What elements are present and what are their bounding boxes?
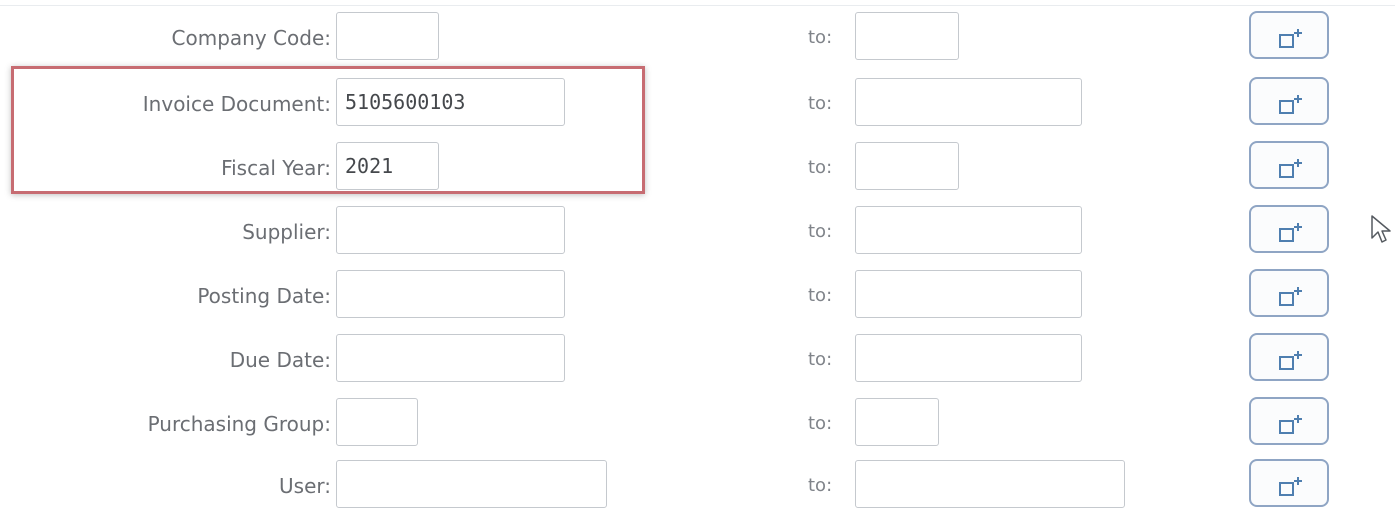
invoice-document-multiple-selection-button[interactable]	[1249, 77, 1329, 125]
multiple-selection-icon	[1279, 95, 1302, 114]
row-company-code: Company Code: to:	[0, 11, 1395, 62]
row-purchasing-group: Purchasing Group: to:	[0, 397, 1395, 448]
supplier-label: Supplier:	[242, 220, 331, 244]
user-multiple-selection-button[interactable]	[1249, 459, 1329, 507]
supplier-to-input[interactable]	[855, 206, 1082, 254]
company-code-to-input[interactable]	[855, 12, 959, 60]
supplier-multiple-selection-button[interactable]	[1249, 205, 1329, 253]
top-divider	[0, 5, 1395, 6]
due-date-label: Due Date:	[229, 348, 331, 372]
multiple-selection-icon	[1279, 223, 1302, 242]
invoice-document-from-input[interactable]: 5105600103	[336, 78, 565, 126]
multiple-selection-icon	[1279, 159, 1302, 178]
purchasing-group-multiple-selection-button[interactable]	[1249, 397, 1329, 445]
row-fiscal-year: Fiscal Year: 2021 to:	[0, 141, 1395, 192]
due-date-from-input[interactable]	[336, 334, 565, 382]
fiscal-year-label: Fiscal Year:	[221, 156, 331, 180]
user-to-label: to:	[808, 475, 833, 496]
multiple-selection-icon	[1279, 287, 1302, 306]
row-due-date: Due Date: to:	[0, 333, 1395, 384]
multiple-selection-icon	[1279, 351, 1302, 370]
fiscal-year-multiple-selection-button[interactable]	[1249, 141, 1329, 189]
posting-date-from-input[interactable]	[336, 270, 565, 318]
company-code-label: Company Code:	[171, 26, 331, 50]
mouse-pointer-icon	[1371, 215, 1391, 243]
purchasing-group-from-input[interactable]	[336, 398, 418, 446]
row-supplier: Supplier: to:	[0, 205, 1395, 256]
row-invoice-document: Invoice Document: 5105600103 to:	[0, 77, 1395, 128]
user-from-input[interactable]	[336, 460, 607, 508]
purchasing-group-to-input[interactable]	[855, 398, 939, 446]
company-code-from-input[interactable]	[336, 12, 439, 60]
multiple-selection-icon	[1279, 29, 1302, 48]
due-date-to-input[interactable]	[855, 334, 1082, 382]
posting-date-multiple-selection-button[interactable]	[1249, 269, 1329, 317]
user-label: User:	[279, 474, 331, 498]
row-posting-date: Posting Date: to:	[0, 269, 1395, 320]
invoice-document-label: Invoice Document:	[142, 92, 331, 116]
multiple-selection-icon	[1279, 415, 1302, 434]
user-to-input[interactable]	[855, 460, 1125, 508]
purchasing-group-label: Purchasing Group:	[147, 412, 331, 436]
posting-date-to-input[interactable]	[855, 270, 1082, 318]
due-date-to-label: to:	[808, 349, 833, 370]
invoice-document-to-input[interactable]	[855, 78, 1082, 126]
invoice-document-to-label: to:	[808, 93, 833, 114]
row-user: User: to:	[0, 459, 1395, 510]
fiscal-year-from-input[interactable]: 2021	[336, 142, 439, 190]
multiple-selection-icon	[1279, 477, 1302, 496]
due-date-multiple-selection-button[interactable]	[1249, 333, 1329, 381]
fiscal-year-to-input[interactable]	[855, 142, 959, 190]
posting-date-to-label: to:	[808, 285, 833, 306]
supplier-to-label: to:	[808, 221, 833, 242]
supplier-from-input[interactable]	[336, 206, 565, 254]
fiscal-year-to-label: to:	[808, 157, 833, 178]
company-code-to-label: to:	[808, 27, 833, 48]
posting-date-label: Posting Date:	[197, 284, 331, 308]
purchasing-group-to-label: to:	[808, 413, 833, 434]
company-code-multiple-selection-button[interactable]	[1249, 11, 1329, 59]
